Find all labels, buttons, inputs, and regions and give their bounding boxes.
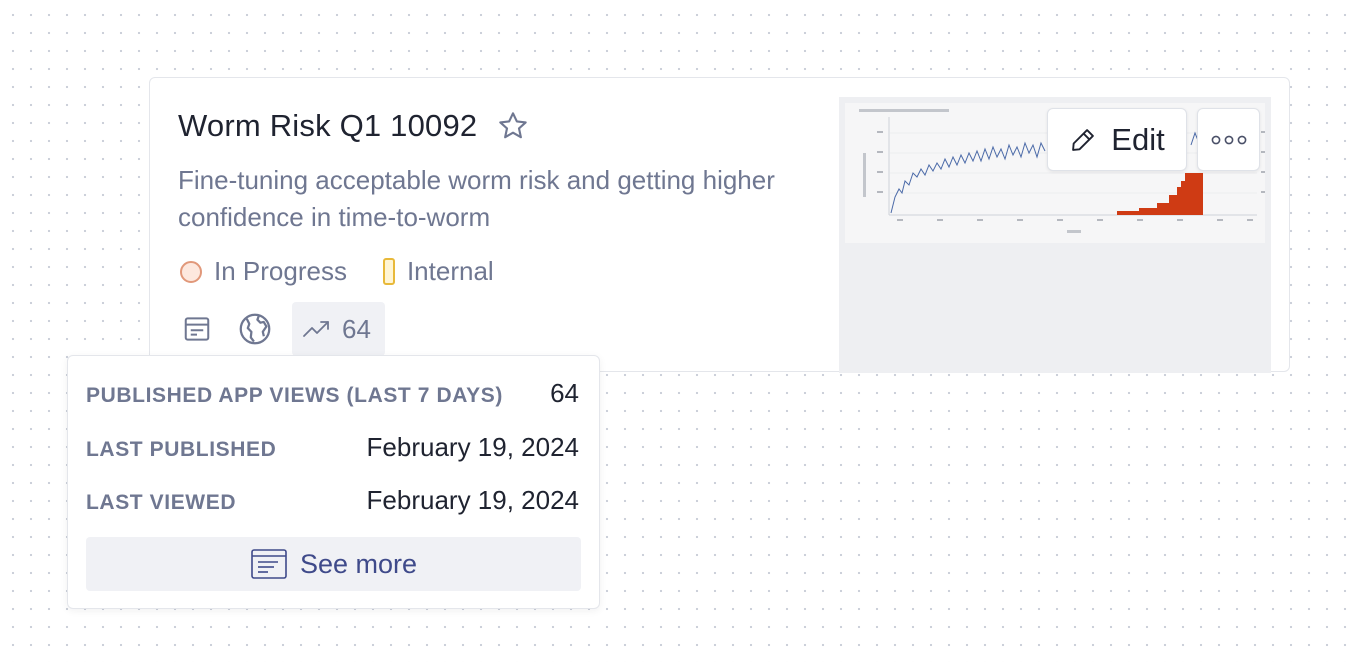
edit-button[interactable]: Edit bbox=[1047, 108, 1187, 171]
project-card[interactable]: Worm Risk Q1 10092 Fine-tuning acceptabl… bbox=[149, 77, 1290, 373]
stat-label: PUBLISHED APP VIEWS (LAST 7 DAYS) bbox=[86, 384, 503, 407]
status-in-progress-icon bbox=[180, 260, 202, 283]
app-views-button[interactable]: 64 bbox=[292, 302, 385, 356]
app-views-popover: PUBLISHED APP VIEWS (LAST 7 DAYS) 64 LAS… bbox=[67, 355, 600, 609]
stat-label: LAST PUBLISHED bbox=[86, 438, 277, 461]
stat-row-views: PUBLISHED APP VIEWS (LAST 7 DAYS) 64 bbox=[86, 378, 579, 409]
see-more-label: See more bbox=[299, 548, 418, 579]
stat-value: 64 bbox=[550, 378, 579, 408]
app-published-button[interactable] bbox=[176, 303, 218, 355]
chart-preview-thumbnail[interactable]: Edit bbox=[839, 97, 1271, 373]
status-label[interactable]: In Progress bbox=[214, 256, 347, 287]
app-views-count: 64 bbox=[342, 313, 371, 344]
more-options-button[interactable] bbox=[1197, 108, 1260, 171]
project-description: Fine-tuning acceptable worm risk and get… bbox=[178, 165, 775, 232]
trend-up-icon bbox=[303, 321, 329, 337]
title-row: Worm Risk Q1 10092 bbox=[178, 108, 529, 144]
stat-row-last-viewed: LAST VIEWED February 19, 2024 bbox=[86, 485, 579, 516]
stat-value: February 19, 2024 bbox=[366, 485, 579, 515]
stat-label: LAST VIEWED bbox=[86, 491, 237, 514]
status-row: In Progress Internal bbox=[180, 256, 494, 287]
stat-value: February 19, 2024 bbox=[366, 432, 579, 462]
category-internal-icon bbox=[382, 258, 395, 285]
category-label[interactable]: Internal bbox=[407, 256, 494, 287]
stat-row-last-published: LAST PUBLISHED February 19, 2024 bbox=[86, 432, 579, 463]
project-title[interactable]: Worm Risk Q1 10092 bbox=[178, 108, 477, 144]
pencil-icon bbox=[1072, 128, 1095, 151]
more-dots-icon bbox=[1211, 135, 1246, 144]
star-icon[interactable] bbox=[497, 110, 529, 142]
document-icon bbox=[251, 549, 287, 579]
edit-button-label: Edit bbox=[1111, 121, 1165, 157]
project-meta-icons: 64 bbox=[176, 302, 385, 356]
app-layout-icon bbox=[184, 317, 210, 341]
see-more-button[interactable]: See more bbox=[86, 537, 581, 591]
globe-icon bbox=[239, 313, 271, 345]
public-access-button[interactable] bbox=[234, 303, 276, 355]
